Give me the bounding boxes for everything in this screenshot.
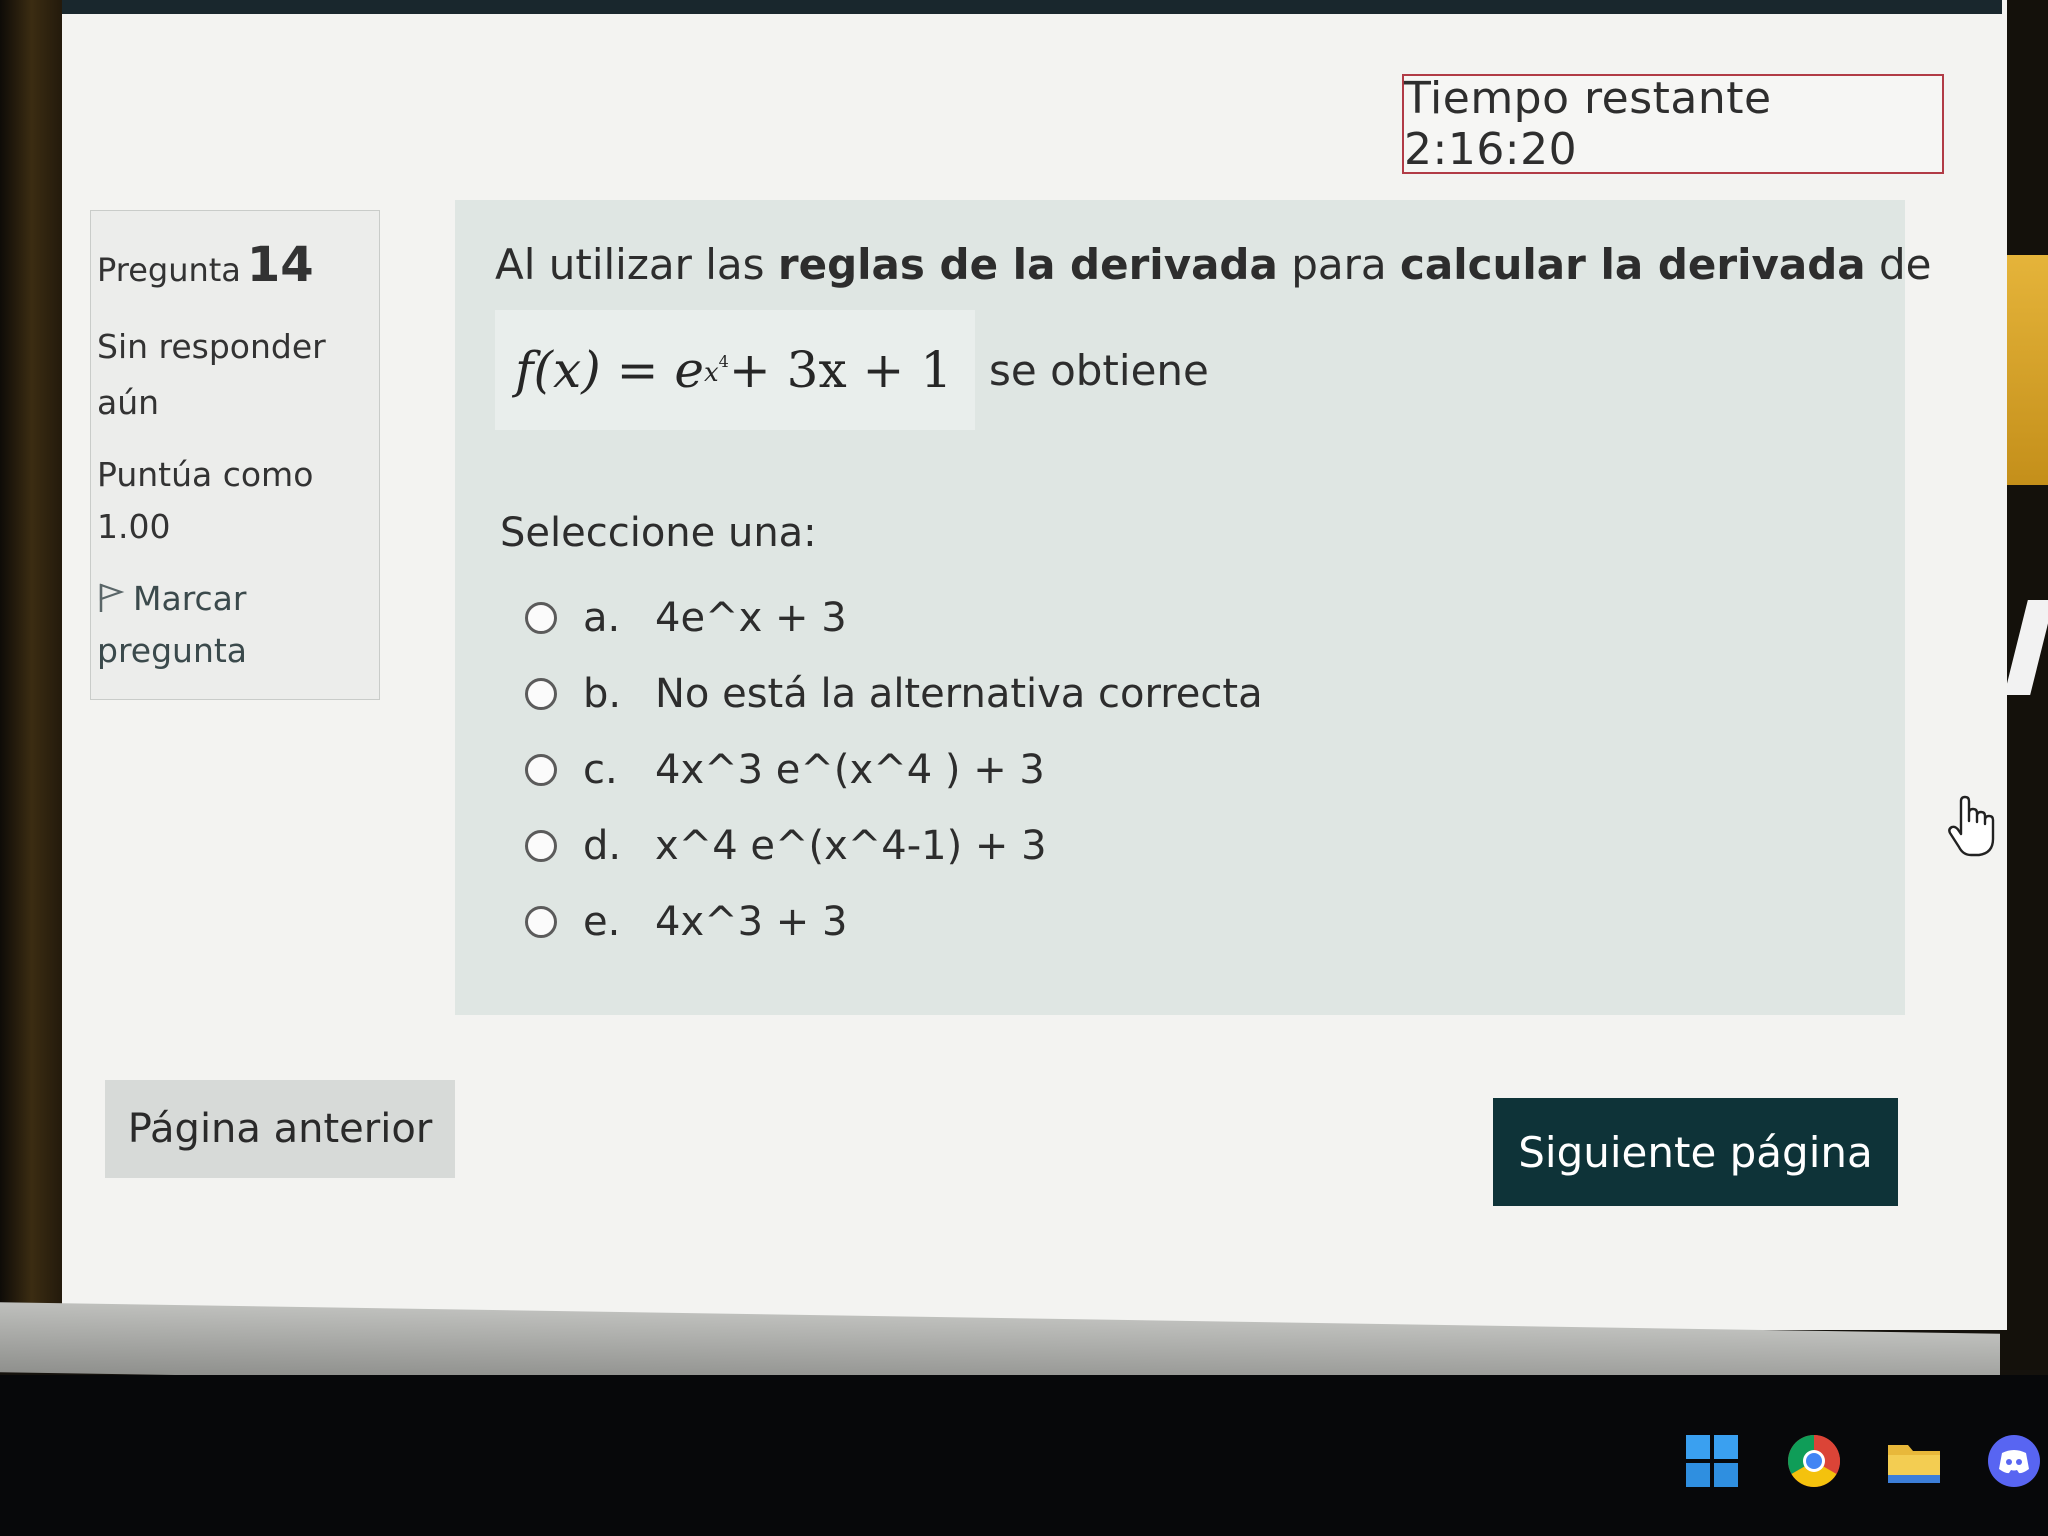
radio-button[interactable] <box>525 906 557 938</box>
desktop-background-left <box>0 0 70 1330</box>
previous-page-label: Página anterior <box>127 1106 433 1152</box>
file-explorer-icon[interactable] <box>1886 1435 1942 1491</box>
question-grade-line1: Puntúa como <box>97 455 314 494</box>
flag-question-label-line1: Marcar <box>133 579 247 618</box>
question-content: Al utilizar las reglas de la derivada pa… <box>455 200 1995 1015</box>
select-one-label: Seleccione una: <box>500 510 817 556</box>
page-top-bar <box>62 0 2002 14</box>
question-text-bold: calcular la derivada <box>1399 240 1866 289</box>
option-letter: a. <box>583 595 621 641</box>
next-page-label: Siguiente página <box>1518 1127 1873 1177</box>
question-state-line1: Sin responder <box>97 327 326 366</box>
question-word: Pregunta <box>97 251 241 289</box>
question-grade-line2: 1.00 <box>97 507 171 546</box>
option-text: 4e^x + 3 <box>655 595 847 641</box>
option-letter: d. <box>583 823 622 869</box>
flag-icon <box>99 583 125 612</box>
next-page-button[interactable]: Siguiente página <box>1493 1098 1898 1206</box>
option-text: No está la alternativa correcta <box>655 671 1263 717</box>
question-info-panel: Pregunta 14 Sin responder aún Puntúa como… <box>90 210 380 700</box>
flag-question-label-line2: pregunta <box>97 631 248 670</box>
formula-row: f(x) = e x4 + 3x + 1 se obtiene <box>495 310 1209 430</box>
discord-icon[interactable] <box>1986 1433 2042 1489</box>
previous-page-button[interactable]: Página anterior <box>105 1080 455 1178</box>
question-text-part: de <box>1865 240 1932 289</box>
question-text-part: para <box>1277 240 1400 289</box>
hand-pointer-icon <box>1948 795 1995 857</box>
option-letter: b. <box>583 671 622 717</box>
answer-option-a[interactable]: a. 4e^x + 3 <box>525 580 1263 656</box>
formula-exponent-base: x <box>704 358 719 388</box>
answer-option-e[interactable]: e. 4x^3 + 3 <box>525 884 1263 960</box>
chrome-icon[interactable] <box>1786 1433 1842 1489</box>
time-remaining: Tiempo restante 2:16:20 <box>1402 73 1944 175</box>
answer-options: a. 4e^x + 3 b. No está la alternativa co… <box>525 580 1263 960</box>
option-text: x^4 e^(x^4-1) + 3 <box>655 823 1047 869</box>
formula-lhs: f(x) = e <box>515 341 704 399</box>
question-state: Sin responder aún <box>97 319 371 431</box>
question-text-part: Al utilizar las <box>495 240 778 289</box>
formula-exponent: x4 <box>704 352 729 388</box>
math-formula: f(x) = e x4 + 3x + 1 <box>495 310 975 430</box>
question-text-bold: reglas de la derivada <box>777 240 1278 289</box>
formula-exponent-power: 4 <box>718 352 729 371</box>
question-number-value: 14 <box>246 237 314 293</box>
option-text: 4x^3 + 3 <box>655 899 848 945</box>
question-suffix: se obtiene <box>989 345 1209 395</box>
question-number: Pregunta 14 <box>97 237 371 293</box>
question-text: Al utilizar las reglas de la derivada pa… <box>495 240 1931 289</box>
taskbar <box>0 1375 2048 1536</box>
radio-button[interactable] <box>525 754 557 786</box>
answer-option-d[interactable]: d. x^4 e^(x^4-1) + 3 <box>525 808 1263 884</box>
question-grade: Puntúa como 1.00 <box>97 449 371 553</box>
radio-button[interactable] <box>525 602 557 634</box>
flag-question-link[interactable]: Marcar pregunta <box>97 573 371 677</box>
formula-rhs: + 3x + 1 <box>728 341 953 399</box>
option-text: 4x^3 e^(x^4 ) + 3 <box>655 747 1045 793</box>
windows-start-icon[interactable] <box>1684 1433 1740 1489</box>
answer-option-c[interactable]: c. 4x^3 e^(x^4 ) + 3 <box>525 732 1263 808</box>
question-state-line2: aún <box>97 383 160 422</box>
option-letter: e. <box>583 899 621 945</box>
radio-button[interactable] <box>525 678 557 710</box>
time-remaining-label: Tiempo restante 2:16:20 <box>1404 73 1772 175</box>
answer-option-b[interactable]: b. No está la alternativa correcta <box>525 656 1263 732</box>
radio-button[interactable] <box>525 830 557 862</box>
option-letter: c. <box>583 747 618 793</box>
